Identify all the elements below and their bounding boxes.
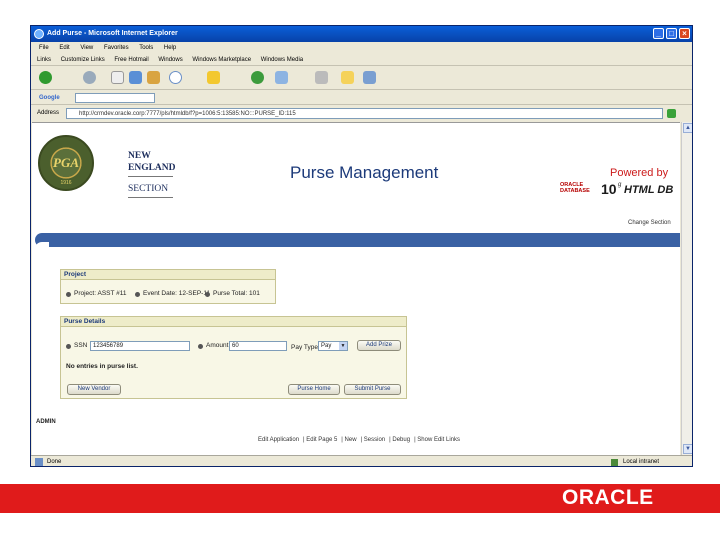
google-search-input[interactable] bbox=[75, 93, 155, 103]
purse-details-title: Purse Details bbox=[61, 317, 406, 327]
amount-field[interactable]: 60 bbox=[229, 341, 287, 351]
link-marketplace[interactable]: Windows Marketplace bbox=[192, 57, 251, 63]
window-title: Add Purse - Microsoft Internet Explorer bbox=[47, 30, 178, 37]
header-divider-curve bbox=[35, 242, 49, 256]
bullet-icon bbox=[135, 292, 140, 297]
page-content: PGA 1916 NEW ENGLAND SECTION Purse Manag… bbox=[32, 122, 680, 455]
bullet-icon bbox=[205, 292, 210, 297]
favorites-icon[interactable] bbox=[207, 71, 220, 84]
header-divider-bar bbox=[35, 233, 680, 247]
refresh-icon[interactable] bbox=[129, 71, 142, 84]
page-icon bbox=[35, 458, 43, 466]
ssn-label: SSN bbox=[74, 342, 88, 349]
menu-file[interactable]: File bbox=[39, 45, 49, 51]
slide: Add Purse - Microsoft Internet Explorer … bbox=[0, 0, 720, 540]
messenger-icon[interactable] bbox=[363, 71, 376, 84]
change-section-link[interactable]: Change Section bbox=[628, 220, 671, 226]
project-region-title: Project bbox=[61, 270, 275, 280]
folder-icon[interactable] bbox=[341, 71, 354, 84]
page-title: Purse Management bbox=[290, 163, 439, 182]
print-icon[interactable] bbox=[315, 71, 328, 84]
link-hotmail[interactable]: Free Hotmail bbox=[114, 57, 148, 63]
oracle-logo: ORACLE bbox=[562, 486, 654, 509]
maximize-button[interactable]: □ bbox=[666, 28, 677, 39]
address-bar: Address http://crmdev.oracle.corp:7777/p… bbox=[31, 106, 692, 121]
show-edit-links-link[interactable]: Show Edit Links bbox=[417, 437, 460, 443]
google-toolbar: Google bbox=[31, 91, 692, 105]
address-label: Address bbox=[37, 110, 60, 116]
developer-links: Edit Application | Edit Page 5 | New | Sess… bbox=[258, 437, 460, 443]
edit-page-link[interactable]: Edit Page 5 bbox=[306, 437, 337, 443]
purse-total: Purse Total: 101 bbox=[213, 290, 260, 297]
title-bar: Add Purse - Microsoft Internet Explorer … bbox=[31, 26, 692, 42]
purse-details-region: Purse Details SSN 123456789 Amount 60 Pa… bbox=[60, 316, 407, 399]
no-entries-message: No entries in purse list. bbox=[66, 363, 138, 370]
menu-bar: File Edit View Favorites Tools Help bbox=[31, 42, 692, 54]
go-icon[interactable] bbox=[667, 109, 676, 118]
project-name: Project: ASST #11 bbox=[74, 290, 127, 297]
close-button[interactable]: × bbox=[679, 28, 690, 39]
project-region: Project Project: ASST #11 Event Date: 12… bbox=[60, 269, 276, 304]
chevron-down-icon[interactable]: ▼ bbox=[339, 342, 347, 350]
new-vendor-button[interactable]: New Vendor bbox=[67, 384, 121, 395]
edit-application-link[interactable]: Edit Application bbox=[258, 437, 299, 443]
bullet-icon bbox=[66, 344, 71, 349]
user-name: ADMIN bbox=[36, 419, 56, 425]
link-media[interactable]: Windows Media bbox=[261, 57, 303, 63]
vertical-scrollbar[interactable]: ▲ ▼ bbox=[681, 122, 692, 455]
add-prize-button[interactable]: Add Prize bbox=[357, 340, 401, 351]
menu-favorites[interactable]: Favorites bbox=[104, 45, 129, 51]
htmldb-badge: ORACLE DATABASE 10 g HTML DB bbox=[560, 181, 674, 197]
home-icon[interactable] bbox=[147, 71, 160, 84]
session-link[interactable]: Session bbox=[364, 437, 385, 443]
menu-help[interactable]: Help bbox=[164, 45, 176, 51]
scroll-down-icon[interactable]: ▼ bbox=[683, 444, 692, 454]
media-icon[interactable] bbox=[251, 71, 264, 84]
link-windows[interactable]: Windows bbox=[158, 57, 182, 63]
bullet-icon bbox=[66, 292, 71, 297]
forward-icon[interactable] bbox=[83, 71, 96, 84]
menu-view[interactable]: View bbox=[80, 45, 93, 51]
link-customize[interactable]: Customize Links bbox=[61, 57, 105, 63]
pay-type-select[interactable]: Pay ▼ bbox=[318, 341, 348, 351]
toolbar bbox=[31, 66, 692, 90]
menu-tools[interactable]: Tools bbox=[139, 45, 153, 51]
powered-by-text: Powered by bbox=[610, 167, 669, 179]
oracle-database-logo: ORACLE DATABASE bbox=[560, 182, 590, 194]
ssn-field[interactable]: 123456789 bbox=[90, 341, 190, 351]
mail-icon[interactable] bbox=[275, 71, 288, 84]
intranet-icon bbox=[611, 459, 618, 466]
zone-text: Local intranet bbox=[623, 459, 660, 465]
links-label: Links bbox=[37, 57, 52, 63]
menu-edit[interactable]: Edit bbox=[59, 45, 69, 51]
status-bar: Done Local intranet bbox=[31, 455, 692, 466]
section-name: NEW ENGLAND SECTION bbox=[128, 150, 176, 198]
stop-icon[interactable] bbox=[111, 71, 124, 84]
pga-logo: PGA 1916 bbox=[38, 135, 94, 191]
scroll-up-icon[interactable]: ▲ bbox=[683, 123, 692, 133]
purse-home-button[interactable]: Purse Home bbox=[288, 384, 340, 395]
links-bar: Links Customize Links Free Hotmail Windo… bbox=[31, 54, 692, 66]
pay-type-label: Pay Type bbox=[291, 344, 318, 351]
search-icon[interactable] bbox=[169, 71, 182, 84]
back-icon[interactable] bbox=[39, 71, 52, 84]
status-text: Done bbox=[47, 459, 62, 465]
new-link[interactable]: New bbox=[345, 437, 357, 443]
minimize-button[interactable]: _ bbox=[653, 28, 664, 39]
pay-type-value: Pay bbox=[321, 343, 332, 349]
event-date: Event Date: 12-SEP-11 bbox=[143, 290, 211, 297]
ie-icon bbox=[34, 29, 44, 39]
amount-label: Amount bbox=[206, 342, 229, 349]
bullet-icon bbox=[198, 344, 203, 349]
address-input[interactable]: http://crmdev.oracle.corp:7777/pls/htmld… bbox=[66, 108, 663, 119]
debug-link[interactable]: Debug bbox=[392, 437, 410, 443]
google-label: Google bbox=[39, 95, 60, 101]
submit-purse-button[interactable]: Submit Purse bbox=[344, 384, 401, 395]
browser-window: Add Purse - Microsoft Internet Explorer … bbox=[30, 25, 693, 467]
